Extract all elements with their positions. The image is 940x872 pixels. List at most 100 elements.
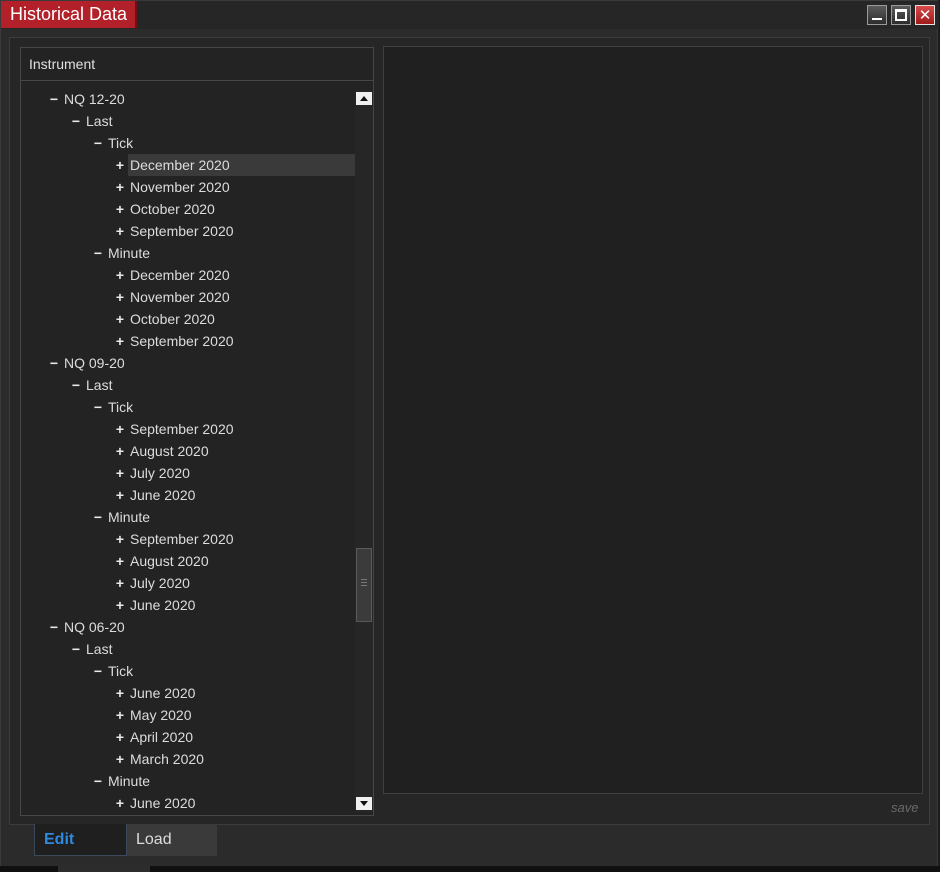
expand-icon[interactable]: + [114, 726, 126, 748]
tree-node[interactable]: + July 2020 [21, 572, 355, 594]
expand-icon[interactable]: + [114, 176, 126, 198]
tree-node-label[interactable]: October 2020 [128, 308, 217, 330]
collapse-icon[interactable]: − [70, 110, 82, 132]
tree-node-label[interactable]: October 2020 [128, 198, 217, 220]
expand-icon[interactable]: + [114, 528, 126, 550]
tree-node-label[interactable]: Last [84, 374, 114, 396]
tree-node[interactable]: + June 2020 [21, 484, 355, 506]
collapse-icon[interactable]: − [48, 352, 60, 374]
tree-node-label[interactable]: September 2020 [128, 528, 236, 550]
expand-icon[interactable]: + [114, 484, 126, 506]
tree-node[interactable]: − Minute [21, 506, 355, 528]
tree-node-label[interactable]: December 2020 [128, 154, 355, 176]
tree-node[interactable]: − Minute [21, 770, 355, 792]
tree-node-label[interactable]: Minute [106, 242, 152, 264]
tree-node-label[interactable]: NQ 09-20 [62, 352, 127, 374]
tree-node[interactable]: + November 2020 [21, 176, 355, 198]
tree-node-label[interactable]: July 2020 [128, 462, 192, 484]
tree-node[interactable]: + October 2020 [21, 308, 355, 330]
tree-node-label[interactable]: NQ 06-20 [62, 616, 127, 638]
tree-node[interactable]: − NQ 12-20 [21, 88, 355, 110]
expand-icon[interactable]: + [114, 462, 126, 484]
tree-node-label[interactable]: September 2020 [128, 220, 236, 242]
tree-node[interactable]: + July 2020 [21, 462, 355, 484]
tree-node[interactable]: − NQ 06-20 [21, 616, 355, 638]
tree-node-label[interactable]: July 2020 [128, 572, 192, 594]
tree-node[interactable]: + March 2020 [21, 748, 355, 770]
tree-node[interactable]: + November 2020 [21, 286, 355, 308]
tree-node[interactable]: + June 2020 [21, 594, 355, 616]
tree-node-label[interactable]: June 2020 [128, 594, 197, 616]
minimize-button[interactable] [867, 5, 887, 25]
tree-node[interactable]: − Last [21, 110, 355, 132]
tree-node-label[interactable]: Tick [106, 660, 135, 682]
tree-node[interactable]: + August 2020 [21, 440, 355, 462]
tree-node-label[interactable]: September 2020 [128, 330, 236, 352]
tree-node[interactable]: + September 2020 [21, 220, 355, 242]
expand-icon[interactable]: + [114, 418, 126, 440]
collapse-icon[interactable]: − [70, 638, 82, 660]
scroll-thumb[interactable] [356, 548, 372, 622]
collapse-icon[interactable]: − [92, 242, 104, 264]
expand-icon[interactable]: + [114, 220, 126, 242]
title-bar[interactable]: Historical Data ✕ [1, 1, 939, 29]
tab-edit[interactable]: Edit [34, 824, 127, 856]
expand-icon[interactable]: + [114, 792, 126, 814]
tree-node-label[interactable]: Minute [106, 506, 152, 528]
expand-icon[interactable]: + [114, 550, 126, 572]
expand-icon[interactable]: + [114, 154, 126, 176]
tree-node[interactable]: − Minute [21, 242, 355, 264]
collapse-icon[interactable]: − [92, 396, 104, 418]
tree-node-label[interactable]: September 2020 [128, 418, 236, 440]
tree-node-label[interactable]: May 2020 [128, 704, 193, 726]
collapse-icon[interactable]: − [92, 660, 104, 682]
tree-node[interactable]: + April 2020 [21, 726, 355, 748]
expand-icon[interactable]: + [114, 704, 126, 726]
tree-node[interactable]: − Tick [21, 660, 355, 682]
tree-node[interactable]: + June 2020 [21, 682, 355, 704]
expand-icon[interactable]: + [114, 748, 126, 770]
tree-node-label[interactable]: April 2020 [128, 726, 195, 748]
expand-icon[interactable]: + [114, 572, 126, 594]
tree-node-label[interactable]: November 2020 [128, 176, 232, 198]
expand-icon[interactable]: + [114, 440, 126, 462]
tree-node[interactable]: + June 2020 [21, 792, 355, 814]
tree-node-label[interactable]: June 2020 [128, 484, 197, 506]
tree-node[interactable]: − Last [21, 638, 355, 660]
expand-icon[interactable]: + [114, 264, 126, 286]
tree-node-label[interactable]: Last [84, 110, 114, 132]
tree-node[interactable]: − Tick [21, 132, 355, 154]
collapse-icon[interactable]: − [70, 374, 82, 396]
tree-node[interactable]: + May 2020 [21, 704, 355, 726]
tree-node[interactable]: + September 2020 [21, 528, 355, 550]
collapse-icon[interactable]: − [48, 88, 60, 110]
scroll-up-button[interactable] [356, 92, 372, 105]
instrument-tree[interactable]: − NQ 12-20− Last − Tick + December 2020 + Novemb… [21, 88, 355, 814]
maximize-button[interactable] [891, 5, 911, 25]
tree-node-label[interactable]: Tick [106, 132, 135, 154]
tree-node[interactable]: − Last [21, 374, 355, 396]
tree-node-label[interactable]: June 2020 [128, 682, 197, 704]
tree-node[interactable]: + September 2020 [21, 330, 355, 352]
tree-node[interactable]: + December 2020 [21, 264, 355, 286]
tree-node[interactable]: + September 2020 [21, 418, 355, 440]
tree-node[interactable]: + December 2020 [21, 154, 355, 176]
tree-node[interactable]: − NQ 09-20 [21, 352, 355, 374]
expand-icon[interactable]: + [114, 286, 126, 308]
close-button[interactable]: ✕ [915, 5, 935, 25]
tree-node[interactable]: − Tick [21, 396, 355, 418]
collapse-icon[interactable]: − [48, 616, 60, 638]
expand-icon[interactable]: + [114, 308, 126, 330]
expand-icon[interactable]: + [114, 594, 126, 616]
tree-node-label[interactable]: December 2020 [128, 264, 232, 286]
tree-scrollbar[interactable] [355, 90, 373, 812]
tree-node-label[interactable]: Tick [106, 396, 135, 418]
tree-node-label[interactable]: March 2020 [128, 748, 206, 770]
expand-icon[interactable]: + [114, 682, 126, 704]
expand-icon[interactable]: + [114, 198, 126, 220]
tree-node-label[interactable]: November 2020 [128, 286, 232, 308]
tree-node-label[interactable]: NQ 12-20 [62, 88, 127, 110]
tree-node[interactable]: + October 2020 [21, 198, 355, 220]
tree-node-label[interactable]: August 2020 [128, 550, 211, 572]
collapse-icon[interactable]: − [92, 770, 104, 792]
